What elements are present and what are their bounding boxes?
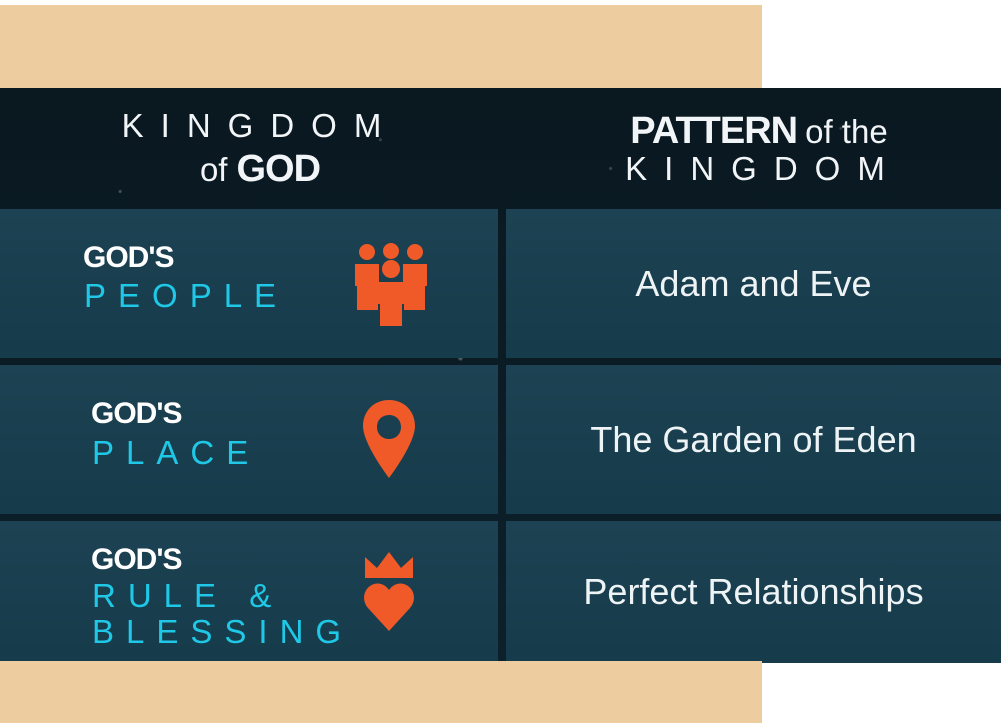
concept-cell: GOD'S RULE & BLESSING [0,521,498,663]
kingdom-subheading: KINGDOM [625,150,902,187]
pattern-cell: Perfect Relationships [506,521,1001,663]
of-word: of [199,151,228,188]
concept-cell: GOD'S PEOPLE [0,209,498,358]
pattern-text: Adam and Eve [635,262,872,304]
header-pattern-of-kingdom: PATTERN of the KINGDOM [510,88,1001,209]
pattern-text: The Garden of Eden [590,418,917,460]
crown-heart-icon [364,552,414,631]
table-row: GOD'S RULE & BLESSING Perfect Relationsh… [0,521,1001,663]
location-pin-icon [363,400,415,478]
table-row: GOD'S PEOPLE Adam and Eve [0,209,1001,358]
gods-label: GOD'S [91,543,182,576]
pattern-heading: PATTERN of the [630,112,896,150]
gods-label: GOD'S [91,397,182,430]
bottom-beige-band [0,661,762,723]
topic-label: RULE & BLESSING [92,577,354,650]
pattern-cell: The Garden of Eden [506,365,1001,514]
of-god-heading: of GOD [199,148,321,190]
pattern-word: PATTERN [630,110,798,152]
kingdom-table: KINGDOM of GOD PATTERN of the KINGDOM GOD'… [0,88,1001,663]
table-row: GOD'S PLACE The Garden of Eden [0,365,1001,514]
concept-cell: GOD'S PLACE [0,365,498,514]
people-icon [355,243,427,326]
header-kingdom-of-god: KINGDOM of GOD [0,88,510,209]
top-beige-band [0,5,762,88]
of-the-word: of the [805,113,888,150]
god-word: GOD [236,148,321,190]
pattern-cell: Adam and Eve [506,209,1001,358]
kingdom-heading: KINGDOM [121,107,399,144]
topic-label: PLACE [92,434,261,471]
pattern-text: Perfect Relationships [583,571,924,612]
topic-label: PEOPLE [84,277,289,314]
gods-label: GOD'S [83,241,174,274]
